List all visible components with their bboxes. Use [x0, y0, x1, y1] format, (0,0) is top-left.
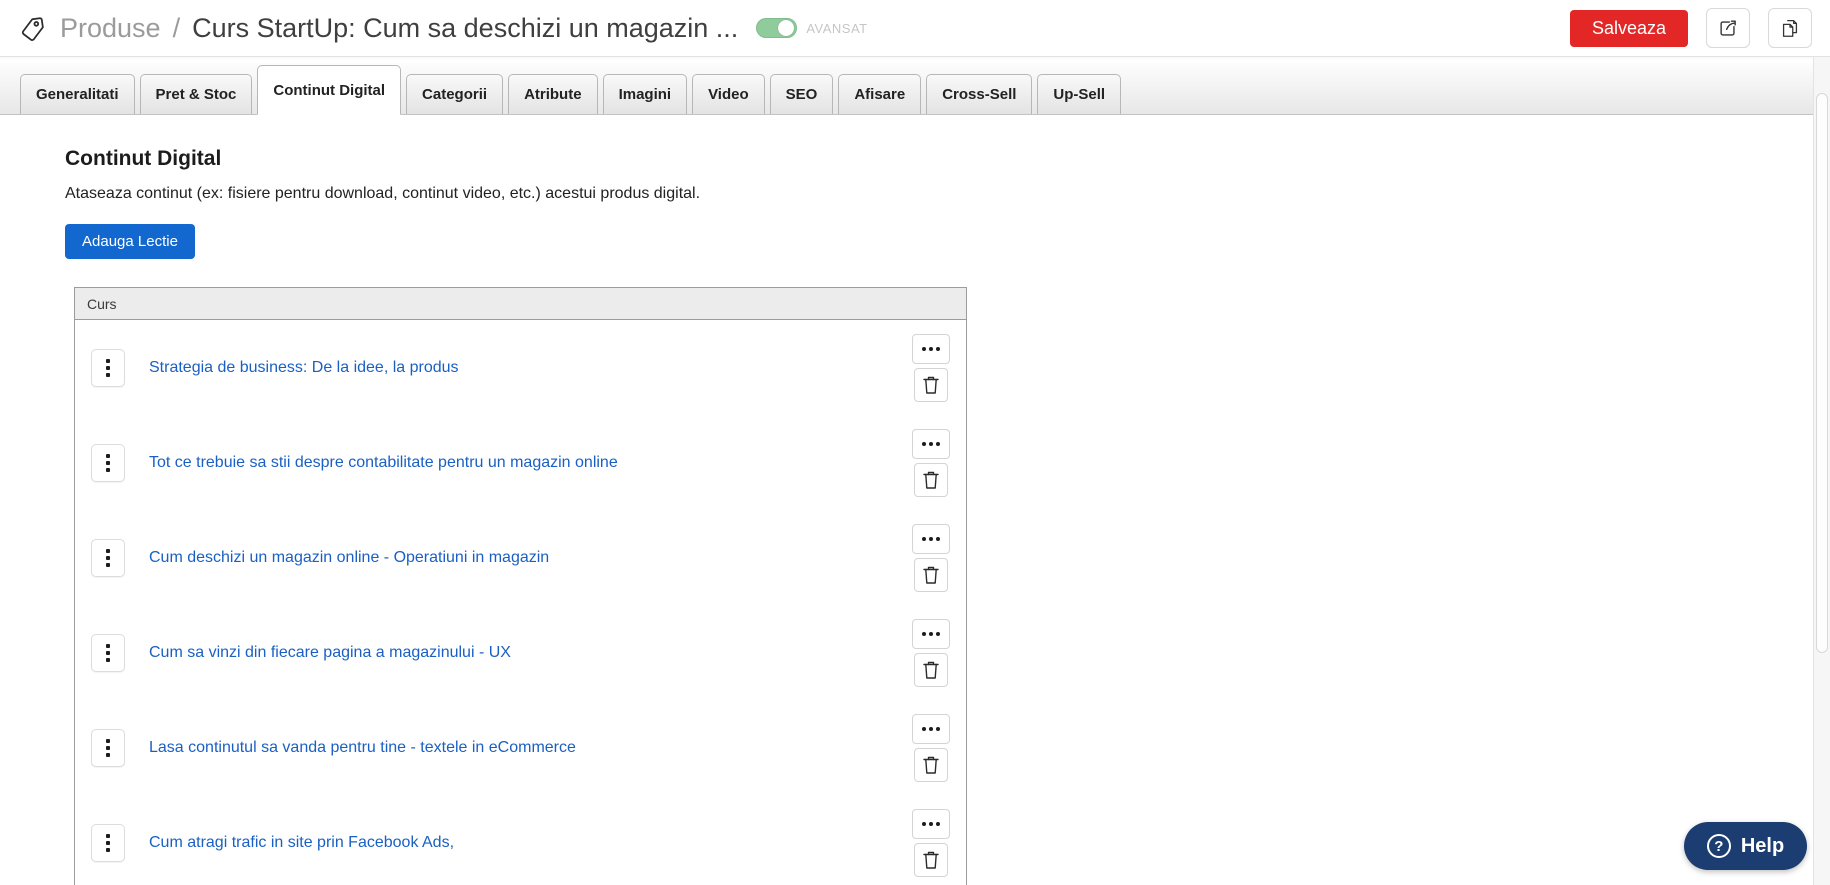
- tab-imagini[interactable]: Imagini: [602, 74, 688, 114]
- duplicate-button[interactable]: [1768, 8, 1812, 48]
- more-options-button[interactable]: [912, 808, 950, 839]
- header-actions: Salveaza: [1569, 8, 1812, 48]
- help-button-label: Help: [1740, 834, 1785, 857]
- more-options-button[interactable]: [912, 618, 950, 649]
- drag-handle[interactable]: [91, 728, 125, 767]
- drag-dots-icon: [106, 548, 110, 553]
- lesson-link[interactable]: Lasa continutul sa vanda pentru tine - t…: [149, 739, 576, 757]
- ellipsis-icon: [922, 536, 926, 541]
- drag-handle[interactable]: [91, 538, 125, 577]
- advanced-mode-control: AVANSAT: [756, 18, 867, 38]
- tag-icon: [21, 17, 44, 41]
- toggle-knob: [778, 20, 795, 36]
- delete-lesson-button[interactable]: [914, 462, 948, 497]
- drag-dots-icon: [106, 358, 110, 363]
- tab-atribute[interactable]: Atribute: [508, 74, 598, 114]
- tab-panel-continut-digital: Continut Digital Ataseaza continut (ex: …: [0, 115, 1830, 885]
- scrollbar-thumb[interactable]: [1816, 93, 1828, 653]
- breadcrumb-product-title: Curs StartUp: Cum sa deschizi un magazin…: [192, 12, 739, 43]
- help-button[interactable]: ? Help: [1684, 822, 1807, 870]
- lesson-row: Cum deschizi un magazin online - Operati…: [75, 510, 966, 605]
- lesson-link[interactable]: Cum deschizi un magazin online - Operati…: [149, 549, 549, 567]
- tab-categorii[interactable]: Categorii: [406, 74, 504, 114]
- lesson-row: Lasa continutul sa vanda pentru tine - t…: [75, 700, 966, 795]
- drag-dots-icon: [106, 738, 110, 743]
- tab-afisare[interactable]: Afisare: [838, 74, 922, 114]
- drag-handle[interactable]: [91, 443, 125, 482]
- lessons-table-header: Curs: [75, 288, 966, 320]
- tab-pret-stoc[interactable]: Pret & Stoc: [139, 74, 253, 114]
- trash-icon: [923, 661, 939, 679]
- lesson-row: Cum atragi trafic in site prin Facebook …: [75, 795, 966, 885]
- delete-lesson-button[interactable]: [914, 367, 948, 402]
- more-options-button[interactable]: [912, 523, 950, 554]
- delete-lesson-button[interactable]: [914, 652, 948, 687]
- tab-seo[interactable]: SEO: [769, 74, 834, 114]
- lesson-row: Tot ce trebuie sa stii despre contabilit…: [75, 415, 966, 510]
- vertical-scrollbar[interactable]: [1813, 57, 1830, 885]
- lesson-actions: [912, 618, 950, 687]
- lesson-actions: [912, 428, 950, 497]
- tab-bar: Generalitati Pret & Stoc Continut Digital C…: [0, 63, 1813, 115]
- drag-dots-icon: [106, 453, 110, 458]
- advanced-toggle-label: AVANSAT: [806, 20, 868, 36]
- delete-lesson-button[interactable]: [914, 747, 948, 782]
- lessons-table-body: Strategia de business: De la idee, la pr…: [75, 320, 966, 885]
- trash-icon: [923, 471, 939, 489]
- ellipsis-icon: [922, 726, 926, 731]
- tab-cross-sell[interactable]: Cross-Sell: [926, 74, 1033, 114]
- more-options-button[interactable]: [912, 713, 950, 744]
- more-options-button[interactable]: [912, 428, 950, 459]
- lesson-link[interactable]: Strategia de business: De la idee, la pr…: [149, 359, 459, 377]
- add-lesson-button[interactable]: Adauga Lectie: [65, 224, 195, 259]
- lessons-table: Curs Strategia de business: De la idee, …: [74, 287, 967, 885]
- duplicate-icon: [1782, 20, 1798, 37]
- lesson-link[interactable]: Cum sa vinzi din fiecare pagina a magazi…: [149, 644, 511, 662]
- drag-handle[interactable]: [91, 633, 125, 672]
- export-icon: [1720, 20, 1736, 36]
- trash-icon: [923, 851, 939, 869]
- lesson-actions: [912, 523, 950, 592]
- save-button[interactable]: Salveaza: [1569, 9, 1688, 47]
- delete-lesson-button[interactable]: [914, 557, 948, 592]
- export-button[interactable]: [1706, 8, 1750, 48]
- page-description: Ataseaza continut (ex: fisiere pentru do…: [65, 185, 701, 202]
- tab-generalitati[interactable]: Generalitati: [20, 74, 135, 114]
- breadcrumb-separator: /: [172, 12, 181, 43]
- breadcrumb-root[interactable]: Produse: [60, 13, 161, 44]
- drag-handle[interactable]: [91, 823, 125, 862]
- tab-up-sell[interactable]: Up-Sell: [1037, 74, 1122, 114]
- question-mark-icon: ?: [1706, 834, 1731, 858]
- top-header-bar: Produse / Curs StartUp: Cum sa deschizi …: [0, 0, 1830, 57]
- lesson-link[interactable]: Cum atragi trafic in site prin Facebook …: [149, 834, 454, 852]
- trash-icon: [923, 376, 939, 394]
- ellipsis-icon: [922, 441, 926, 446]
- lesson-actions: [912, 713, 950, 782]
- ellipsis-icon: [922, 631, 926, 636]
- tab-continut-digital[interactable]: Continut Digital: [257, 65, 402, 115]
- delete-lesson-button[interactable]: [914, 842, 948, 877]
- trash-icon: [923, 566, 939, 584]
- breadcrumb: Produse / Curs StartUp: Cum sa deschizi …: [20, 13, 738, 44]
- tab-video[interactable]: Video: [692, 74, 765, 114]
- lesson-link[interactable]: Tot ce trebuie sa stii despre contabilit…: [149, 454, 618, 472]
- lesson-row: Strategia de business: De la idee, la pr…: [75, 320, 966, 415]
- page-title: Continut Digital: [65, 147, 222, 170]
- trash-icon: [923, 756, 939, 774]
- drag-handle[interactable]: [91, 348, 125, 387]
- lesson-actions: [912, 333, 950, 402]
- drag-dots-icon: [106, 833, 110, 838]
- advanced-toggle[interactable]: [756, 18, 798, 38]
- ellipsis-icon: [922, 346, 926, 351]
- more-options-button[interactable]: [912, 333, 950, 364]
- lesson-row: Cum sa vinzi din fiecare pagina a magazi…: [75, 605, 966, 700]
- lesson-actions: [912, 808, 950, 877]
- drag-dots-icon: [106, 643, 110, 648]
- ellipsis-icon: [922, 821, 926, 826]
